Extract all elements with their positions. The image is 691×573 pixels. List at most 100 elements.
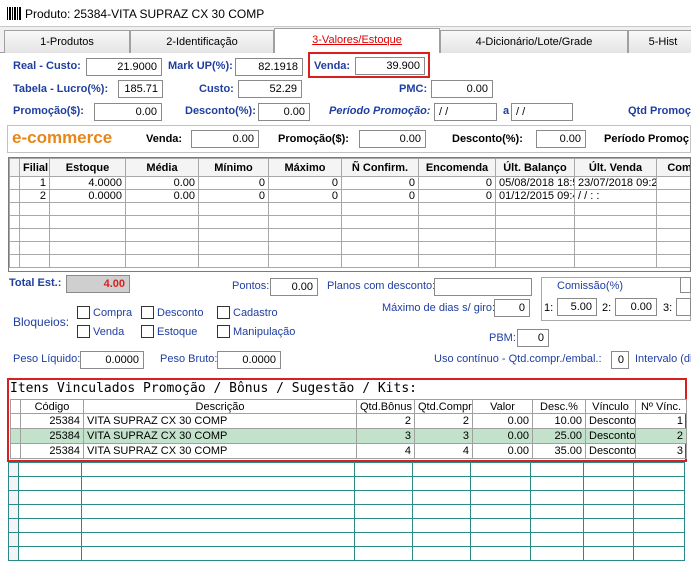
cell[interactable]: 25384 (20, 443, 84, 459)
pontos-field[interactable]: 0.00 (270, 278, 318, 296)
cell[interactable]: 0 (268, 189, 342, 203)
vinculados-col-header[interactable]: Qtd.Compra (414, 399, 473, 414)
tabela-lucro-field[interactable]: 185.71 (118, 80, 163, 98)
cell[interactable]: 0 (341, 189, 419, 203)
stock-col-header[interactable]: Últ. Balanço (495, 158, 575, 177)
uso-continuo-field[interactable]: 0 (611, 351, 629, 369)
bloqueio-estoque-checkbox[interactable] (141, 325, 154, 338)
cell[interactable]: VITA SUPRAZ CX 30 COMP (83, 428, 357, 444)
stock-col-header[interactable]: Máximo (268, 158, 342, 177)
cell[interactable]: VITA SUPRAZ CX 30 COMP (83, 413, 357, 429)
comissao-2-field[interactable]: 0.00 (615, 298, 657, 316)
cell[interactable]: 05/08/2018 18:5 (495, 176, 575, 190)
cell[interactable]: Desconto (585, 428, 636, 444)
stock-col-header[interactable]: Filial (19, 158, 50, 177)
ecommerce-venda-field[interactable]: 0.00 (191, 130, 259, 148)
vinculados-col-header[interactable]: Código (20, 399, 84, 414)
vinculados-col-header[interactable]: Valor (472, 399, 533, 414)
periodo-ate-field[interactable]: / / (511, 103, 573, 121)
cell[interactable]: 4.0000 (49, 176, 126, 190)
cell[interactable]: 1 (635, 413, 687, 429)
cell[interactable]: Desconto (585, 413, 636, 429)
cell[interactable]: 2 (414, 413, 473, 429)
cell[interactable]: / / : : (574, 189, 657, 203)
cell[interactable]: 0 (268, 176, 342, 190)
pbm-field[interactable]: 0 (517, 329, 549, 347)
ecommerce-desconto-field[interactable]: 0.00 (536, 130, 586, 148)
bloqueio-cadastro-checkbox[interactable] (217, 306, 230, 319)
table-row-selected[interactable]: 25384 VITA SUPRAZ CX 30 COMP 3 3 0.00 25… (10, 428, 687, 444)
cell[interactable]: 3 (635, 443, 687, 459)
cell[interactable]: 3 (414, 428, 473, 444)
cell[interactable]: 1 (19, 176, 50, 190)
cell[interactable]: 25384 (20, 428, 84, 444)
vinculados-col-header[interactable]: Vínculo (585, 399, 636, 414)
desconto-field[interactable]: 0.00 (258, 103, 310, 121)
cell[interactable]: 0 (418, 176, 496, 190)
cell[interactable]: 0 (198, 176, 269, 190)
tab-dicionario-lote-grade[interactable]: 4-Dicionário/Lote/Grade (440, 30, 628, 53)
cell[interactable]: 01/12/2015 09:4 (495, 189, 575, 203)
custo-field[interactable]: 52.29 (238, 80, 302, 98)
tab-historico[interactable]: 5-Hist (628, 30, 691, 53)
stock-col-header[interactable]: Ñ Confirm. (341, 158, 419, 177)
cell[interactable]: Desconto (585, 443, 636, 459)
stock-col-header[interactable]: Últ. Venda (574, 158, 657, 177)
table-row[interactable]: 25384 VITA SUPRAZ CX 30 COMP 2 2 0.00 10… (10, 413, 687, 429)
cell[interactable]: 25384 (20, 413, 84, 429)
comissao-dropdown[interactable] (680, 277, 691, 293)
cell[interactable]: 25.00 (532, 428, 586, 444)
table-row[interactable]: 2 0.0000 0.00 0 0 0 0 01/12/2015 09:4 / … (9, 189, 690, 203)
vinculados-col-header[interactable]: Descrição (83, 399, 357, 414)
cell[interactable]: 0 (198, 189, 269, 203)
cell[interactable]: 2 (356, 413, 415, 429)
vinculados-col-header[interactable]: Desc.% (532, 399, 586, 414)
bloqueio-desconto-checkbox[interactable] (141, 306, 154, 319)
ecommerce-promocao-field[interactable]: 0.00 (359, 130, 426, 148)
cell[interactable]: 4 (414, 443, 473, 459)
cell[interactable]: 23/07/2018 09:2 (574, 176, 657, 190)
table-row[interactable]: 25384 VITA SUPRAZ CX 30 COMP 4 4 0.00 35… (10, 443, 687, 459)
stock-col-header[interactable]: Média (125, 158, 199, 177)
vinculados-col-header[interactable]: Nº Vínc. (635, 399, 687, 414)
cell[interactable]: 2 (19, 189, 50, 203)
planos-field[interactable] (434, 278, 532, 296)
cell[interactable]: 10.00 (532, 413, 586, 429)
cell[interactable]: 0.00 (472, 413, 533, 429)
venda-field[interactable]: 39.900 (355, 57, 425, 75)
promocao-field[interactable]: 0.00 (94, 103, 162, 121)
bloqueio-manipulacao-checkbox[interactable] (217, 325, 230, 338)
stock-col-header[interactable]: Estoque (49, 158, 126, 177)
cell[interactable] (656, 176, 690, 190)
tab-identificacao[interactable]: 2-Identificação (130, 30, 274, 53)
markup-field[interactable]: 82.1918 (235, 58, 303, 76)
cell[interactable]: 0.00 (125, 189, 199, 203)
periodo-de-field[interactable]: / / (434, 103, 497, 121)
pmc-field[interactable]: 0.00 (431, 80, 493, 98)
tab-produtos[interactable]: 1-Produtos (4, 30, 130, 53)
stock-col-header[interactable]: Encomenda (418, 158, 496, 177)
comissao-3-field[interactable] (676, 298, 691, 316)
stock-col-header[interactable]: Comis. G (656, 158, 690, 177)
real-custo-field[interactable]: 21.9000 (86, 58, 162, 76)
comissao-1-field[interactable]: 5.00 (557, 298, 597, 316)
peso-liquido-field[interactable]: 0.0000 (80, 351, 144, 369)
bloqueio-venda-checkbox[interactable] (77, 325, 90, 338)
cell[interactable]: 0.00 (472, 443, 533, 459)
stock-col-header[interactable]: Mínimo (198, 158, 269, 177)
cell[interactable]: 0 (341, 176, 419, 190)
cell[interactable] (656, 189, 690, 203)
table-row[interactable]: 1 4.0000 0.00 0 0 0 0 05/08/2018 18:5 23… (9, 176, 690, 190)
bloqueio-compra-checkbox[interactable] (77, 306, 90, 319)
cell[interactable]: 0.00 (472, 428, 533, 444)
cell[interactable]: VITA SUPRAZ CX 30 COMP (83, 443, 357, 459)
vinculados-col-header[interactable]: Qtd.Bônus (356, 399, 415, 414)
tab-valores-estoque[interactable]: 3-Valores/Estoque (274, 28, 440, 54)
max-dias-field[interactable]: 0 (494, 299, 530, 317)
cell[interactable]: 0.00 (125, 176, 199, 190)
cell[interactable]: 4 (356, 443, 415, 459)
cell[interactable]: 0.0000 (49, 189, 126, 203)
cell[interactable]: 35.00 (532, 443, 586, 459)
cell[interactable]: 2 (635, 428, 687, 444)
cell[interactable]: 0 (418, 189, 496, 203)
